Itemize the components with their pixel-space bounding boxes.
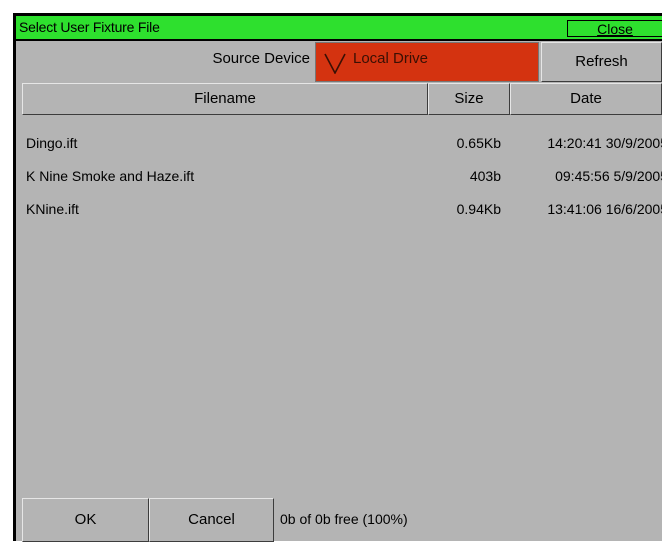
row-date: 13:41:06 16/6/2005 <box>547 201 662 217</box>
source-device-value: Local Drive <box>353 50 429 67</box>
source-device-label: Source Device <box>212 50 310 67</box>
row-filename: KNine.ift <box>26 201 79 217</box>
row-size: 0.94Kb <box>456 201 501 217</box>
column-header-date[interactable]: Date <box>510 83 662 115</box>
row-date: 09:45:56 5/9/2005 <box>555 168 662 184</box>
ok-button[interactable]: OK <box>22 498 149 542</box>
column-header-filename[interactable]: Filename <box>22 83 428 115</box>
table-row[interactable]: KNine.ift 0.94Kb 13:41:06 16/6/2005 <box>16 197 662 225</box>
row-size: 0.65Kb <box>456 135 501 151</box>
row-filename: K Nine Smoke and Haze.ift <box>26 168 195 184</box>
table-row[interactable]: K Nine Smoke and Haze.ift 403b 09:45:56 … <box>16 164 662 192</box>
select-fixture-dialog: Select User Fixture File Close Source De… <box>13 13 662 542</box>
row-date: 14:20:41 30/9/2005 <box>547 135 662 151</box>
chevron-down-icon <box>324 53 346 74</box>
row-size: 403b <box>469 168 501 184</box>
title-bar: Select User Fixture File Close <box>16 16 662 41</box>
source-device-select[interactable]: Local Drive <box>315 42 539 82</box>
dialog-title: Select User Fixture File <box>19 19 160 35</box>
close-button[interactable]: Close <box>567 20 662 37</box>
cancel-button[interactable]: Cancel <box>149 498 274 542</box>
column-header-size[interactable]: Size <box>428 83 510 115</box>
refresh-button[interactable]: Refresh <box>541 42 662 82</box>
free-space-status: 0b of 0b free (100%) <box>280 511 408 527</box>
table-row[interactable]: Dingo.ift 0.65Kb 14:20:41 30/9/2005 <box>16 131 662 159</box>
row-filename: Dingo.ift <box>26 135 78 151</box>
